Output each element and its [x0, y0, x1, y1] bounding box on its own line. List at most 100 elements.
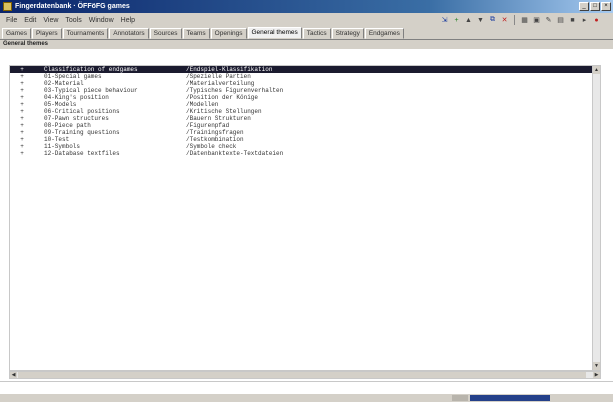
- expand-icon[interactable]: +: [18, 66, 26, 73]
- tab-sources[interactable]: Sources: [149, 28, 182, 39]
- tab-openings[interactable]: Openings: [210, 28, 247, 39]
- row-name: 02-Material: [44, 80, 84, 87]
- menu-window[interactable]: Window: [89, 17, 114, 24]
- tab-endgames[interactable]: Endgames: [364, 28, 404, 39]
- row-name: 07-Pawn structures: [44, 115, 109, 122]
- scroll-thumb[interactable]: [18, 372, 586, 378]
- toolbar-separator: [514, 15, 515, 25]
- menu-help[interactable]: Help: [121, 17, 135, 24]
- table-row[interactable]: + 10-Test /Testkombination: [10, 136, 598, 143]
- themes-list-panel: + Classification of endgames /Endspiel-K…: [9, 65, 601, 371]
- grid-icon[interactable]: ▦: [520, 16, 529, 25]
- scroll-down-icon[interactable]: ▼: [593, 362, 600, 370]
- menu-view[interactable]: View: [43, 17, 58, 24]
- row-name: 06-Critical positions: [44, 108, 120, 115]
- table-row[interactable]: + 03-Typical piece behaviour /Typisches …: [10, 87, 598, 94]
- row-path: /Trainingsfragen: [186, 129, 244, 136]
- table-row[interactable]: + 07-Pawn structures /Bauern Strukturen: [10, 115, 598, 122]
- tab-tactics[interactable]: Tactics: [302, 28, 331, 39]
- edit-icon[interactable]: ✎: [544, 16, 553, 25]
- row-name: 12-Database textfiles: [44, 150, 120, 157]
- minimize-button[interactable]: _: [579, 2, 589, 11]
- row-path: /Bauern Strukturen: [186, 115, 251, 122]
- row-name: 09-Training questions: [44, 129, 120, 136]
- table-row[interactable]: + 12-Database textfiles /Datenbanktexte-…: [10, 150, 598, 157]
- window-controls: _ □ ×: [579, 2, 611, 11]
- expand-icon[interactable]: +: [18, 129, 26, 136]
- row-name: 10-Test: [44, 136, 70, 143]
- scroll-up-icon[interactable]: ▲: [593, 66, 600, 74]
- row-name: 04-King's position: [44, 94, 109, 101]
- download-icon[interactable]: ⇲: [440, 16, 449, 25]
- window-title: Fingerdatenbank · ÖFFöFG games: [15, 3, 130, 10]
- table-row[interactable]: + 04-King's position /Position der König…: [10, 94, 598, 101]
- expand-icon[interactable]: +: [18, 115, 26, 122]
- preview-panel: [0, 381, 613, 394]
- board-icon[interactable]: ■: [568, 16, 577, 25]
- table-row[interactable]: + 11-Symbols /Symbole check: [10, 143, 598, 150]
- menu-edit[interactable]: Edit: [24, 17, 36, 24]
- tab-players[interactable]: Players: [31, 28, 62, 39]
- horizontal-scrollbar[interactable]: ◀ ▶: [9, 371, 601, 379]
- table-row[interactable]: + 02-Material /Materialverteilung: [10, 80, 598, 87]
- expand-icon[interactable]: +: [18, 101, 26, 108]
- status-indicator: [452, 395, 468, 401]
- expand-icon[interactable]: +: [18, 136, 26, 143]
- table-row[interactable]: + 05-Models /Modellen: [10, 101, 598, 108]
- table-row[interactable]: + 06-Critical positions /Kritische Stell…: [10, 108, 598, 115]
- row-path: /Figurenpfad: [186, 122, 230, 129]
- scroll-right-icon[interactable]: ▶: [593, 372, 600, 378]
- copy-icon[interactable]: ⧉: [488, 16, 497, 25]
- expand-icon[interactable]: +: [18, 73, 26, 80]
- row-path: /Testkombination: [186, 136, 244, 143]
- next-icon[interactable]: ▸: [580, 16, 589, 25]
- tab-tournaments[interactable]: Tournaments: [62, 28, 109, 39]
- stop-icon[interactable]: ●: [592, 16, 601, 25]
- table-row[interactable]: + 01-Special games /Spezielle Partien: [10, 73, 598, 80]
- expand-icon[interactable]: +: [18, 87, 26, 94]
- tab-annotators[interactable]: Annotators: [109, 28, 149, 39]
- menu-file[interactable]: File: [6, 17, 17, 24]
- delete-icon[interactable]: ✕: [500, 16, 509, 25]
- expand-icon[interactable]: +: [18, 108, 26, 115]
- row-path: /Modellen: [186, 101, 219, 108]
- tab-general-themes[interactable]: General themes: [247, 27, 302, 39]
- tab-strategy[interactable]: Strategy: [331, 28, 364, 39]
- expand-icon[interactable]: +: [18, 94, 26, 101]
- scroll-left-icon[interactable]: ◀: [10, 372, 17, 378]
- row-path: /Datenbanktexte-Textdateien: [186, 150, 284, 157]
- toolbar: ⇲ + ▲ ▼ ⧉ ✕ ▦ ▣ ✎ ▤ ■ ▸ ●: [440, 14, 601, 26]
- tab-bar: Games Players Tournaments Annotators Sou…: [0, 27, 613, 40]
- header-path: /Endspiel-Klassifikation: [186, 66, 273, 73]
- row-path: /Materialverteilung: [186, 80, 255, 87]
- table-row[interactable]: + 09-Training questions /Trainingsfragen: [10, 129, 598, 136]
- arrow-down-icon[interactable]: ▼: [476, 16, 485, 25]
- table-header-row[interactable]: + Classification of endgames /Endspiel-K…: [10, 66, 598, 73]
- row-path: /Typisches Figurenverhalten: [186, 87, 284, 94]
- tab-games[interactable]: Games: [2, 28, 31, 39]
- expand-icon[interactable]: +: [18, 122, 26, 129]
- row-path: /Spezielle Partien: [186, 73, 251, 80]
- expand-icon[interactable]: +: [18, 150, 26, 157]
- add-icon[interactable]: +: [452, 16, 461, 25]
- tab-teams[interactable]: Teams: [182, 28, 210, 39]
- row-path: /Symbole check: [186, 143, 237, 150]
- themes-table: + Classification of endgames /Endspiel-K…: [10, 66, 598, 370]
- table-row[interactable]: + 08-Piece path /Figurenpfad: [10, 122, 598, 129]
- arrow-up-icon[interactable]: ▲: [464, 16, 473, 25]
- menu-tools[interactable]: Tools: [65, 17, 81, 24]
- row-name: 05-Models: [44, 101, 77, 108]
- vertical-scrollbar[interactable]: ▲ ▼: [592, 66, 600, 370]
- expand-icon[interactable]: +: [18, 143, 26, 150]
- row-name: 01-Special games: [44, 73, 102, 80]
- row-name: 08-Piece path: [44, 122, 91, 129]
- title-bar: Fingerdatenbank · ÖFFöFG games _ □ ×: [0, 0, 613, 13]
- maximize-button[interactable]: □: [590, 2, 600, 11]
- row-path: /Kritische Stellungen: [186, 108, 262, 115]
- window-icon[interactable]: ▤: [556, 16, 565, 25]
- save-icon[interactable]: ▣: [532, 16, 541, 25]
- expand-icon[interactable]: +: [18, 80, 26, 87]
- close-button[interactable]: ×: [601, 2, 611, 11]
- section-header: General themes: [0, 40, 613, 49]
- progress-bar: [470, 395, 550, 401]
